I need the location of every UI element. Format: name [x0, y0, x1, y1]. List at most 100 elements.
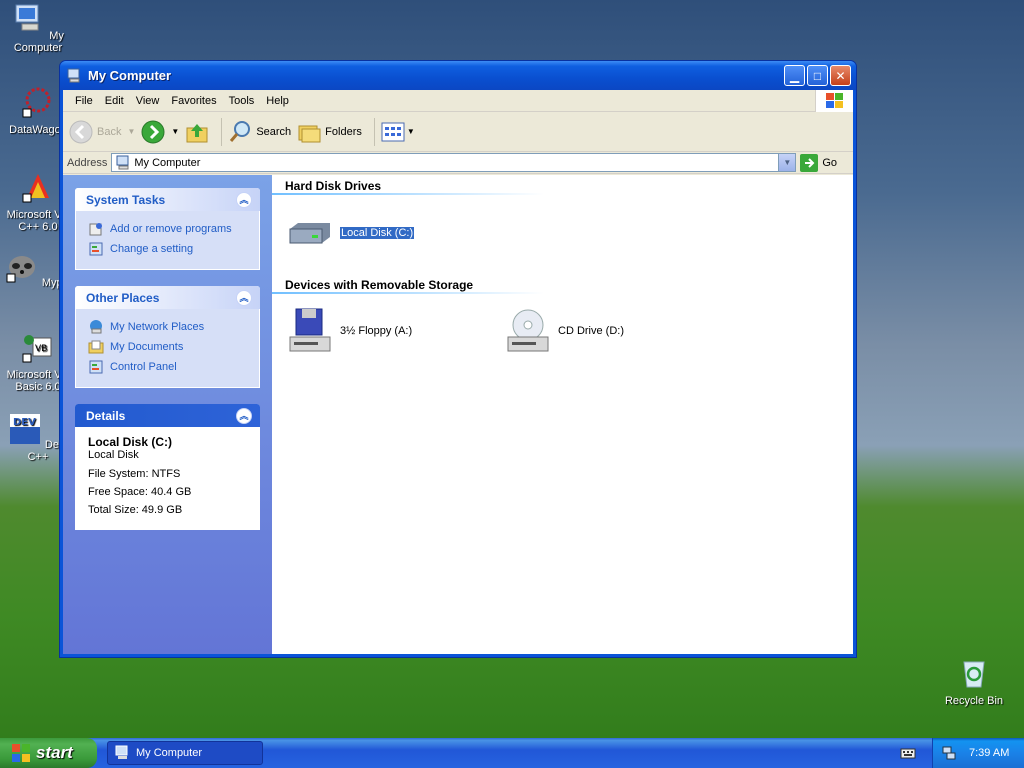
floppy-drive-icon: [289, 308, 331, 352]
other-places-title: Other Places: [86, 290, 160, 305]
system-tasks-panel: System Tasks ︽ Add or remove programs Ch…: [75, 188, 260, 270]
title-bar[interactable]: My Computer ▁ □ ✕: [60, 61, 856, 90]
clock[interactable]: 7:39 AM: [969, 747, 1009, 759]
minimize-button[interactable]: ▁: [784, 65, 805, 86]
taskbar-item-label: My Computer: [136, 747, 203, 759]
collapse-chevron-icon[interactable]: ︽: [236, 191, 252, 208]
visual-cpp-icon: [22, 174, 49, 203]
toolbar-separator: [221, 117, 223, 146]
details-panel: Details ︽ Local Disk (C:) Local Disk Fil…: [75, 404, 260, 530]
forward-dropdown-icon[interactable]: ▼: [171, 127, 179, 136]
details-free-space: Free Space: 40.4 GB: [88, 486, 192, 498]
system-tasks-header[interactable]: System Tasks ︽: [75, 188, 260, 211]
back-arrow-icon: [69, 120, 93, 143]
windows-logo: [815, 90, 853, 112]
address-dropdown-button[interactable]: ▼: [778, 154, 796, 171]
up-button[interactable]: [185, 120, 209, 144]
raccoon-icon: [6, 256, 35, 283]
network-places-icon: [90, 320, 102, 334]
close-button[interactable]: ✕: [830, 65, 851, 86]
menu-edit[interactable]: Edit: [99, 95, 130, 107]
start-button[interactable]: start: [0, 738, 97, 768]
taskbar: start My Computer 7:39 AM: [0, 738, 1024, 768]
computer-icon: [15, 4, 39, 31]
address-bar: Address My Computer ▼ Go: [63, 152, 853, 174]
task-add-remove-programs[interactable]: Add or remove programs: [88, 219, 249, 239]
folder-up-icon: [186, 123, 208, 142]
forward-arrow-icon: [141, 120, 165, 143]
menu-file[interactable]: File: [69, 95, 99, 107]
system-tasks-title: System Tasks: [86, 192, 166, 207]
add-remove-programs-icon: [89, 223, 102, 236]
menu-view[interactable]: View: [130, 95, 166, 107]
minimize-icon: ▁: [789, 68, 800, 83]
details-body: Local Disk (C:) Local Disk File System: …: [75, 427, 260, 530]
search-label: Search: [256, 125, 292, 138]
other-places-header[interactable]: Other Places ︽: [75, 286, 260, 309]
start-label: start: [36, 743, 73, 762]
hard-disk-icon: [289, 223, 330, 244]
explorer-window: My Computer ▁ □ ✕ File Edit View Favorit…: [59, 60, 857, 658]
maximize-icon: □: [813, 68, 822, 83]
place-label: Control Panel: [110, 361, 177, 373]
toolbar: Back ▼ ▼ Search Folders ▼: [63, 112, 853, 152]
place-my-network-places[interactable]: My Network Places: [88, 317, 249, 337]
collapse-chevron-icon[interactable]: ︽: [236, 407, 252, 424]
menu-help[interactable]: Help: [260, 95, 295, 107]
svg-text:VB: VB: [35, 344, 47, 354]
devcpp-icon: DEV: [9, 414, 40, 444]
toolbar-separator: [373, 117, 375, 146]
forward-button[interactable]: ▼: [141, 120, 179, 144]
drive-local-disk-c[interactable]: Local Disk (C:): [286, 209, 416, 257]
control-panel-icon: [89, 360, 103, 374]
keyboard-icon[interactable]: [900, 745, 916, 761]
go-button[interactable]: Go: [800, 153, 837, 172]
collapse-chevron-icon[interactable]: ︽: [236, 289, 252, 306]
other-places-panel: Other Places ︽ My Network Places My Docu…: [75, 286, 260, 388]
computer-icon: [115, 745, 128, 759]
details-header[interactable]: Details ︽: [75, 404, 260, 427]
task-label: Change a setting: [110, 243, 194, 255]
folders-label: Folders: [325, 125, 362, 138]
control-panel-icon: [89, 242, 103, 256]
details-file-system: File System: NTFS: [88, 468, 181, 480]
desktop-icon-recycle-bin[interactable]: Recycle Bin: [937, 656, 1011, 707]
file-list: Hard Disk Drives Local Disk (C:) Devices…: [272, 175, 853, 654]
menu-favorites[interactable]: Favorites: [165, 95, 222, 107]
menu-tools[interactable]: Tools: [223, 95, 261, 107]
drive-floppy-a[interactable]: 3½ Floppy (A:): [286, 307, 412, 355]
address-input[interactable]: My Computer ▼: [111, 153, 797, 172]
taskbar-item-my-computer[interactable]: My Computer: [107, 741, 263, 765]
svg-text:DEV: DEV: [13, 417, 36, 428]
folders-button[interactable]: Folders: [297, 120, 362, 144]
place-my-documents[interactable]: My Documents: [88, 337, 249, 357]
maximize-button[interactable]: □: [807, 65, 828, 86]
address-label: Address: [67, 156, 108, 169]
system-tasks-body: Add or remove programs Change a setting: [75, 211, 260, 270]
task-pane: System Tasks ︽ Add or remove programs Ch…: [63, 175, 272, 654]
window-client: File Edit View Favorites Tools Help Back…: [63, 90, 853, 654]
task-change-setting[interactable]: Change a setting: [88, 239, 249, 259]
windows-flag-icon: [825, 93, 843, 108]
back-button[interactable]: Back ▼: [69, 120, 135, 144]
place-control-panel[interactable]: Control Panel: [88, 357, 249, 377]
details-type: Local Disk: [88, 449, 139, 461]
details-total-size: Total Size: 49.9 GB: [88, 504, 183, 516]
details-name: Local Disk (C:): [88, 435, 173, 449]
drive-cd-d[interactable]: CD Drive (D:): [504, 307, 624, 355]
chevron-down-icon: ▼: [783, 158, 792, 167]
views-button[interactable]: ▼: [381, 121, 415, 143]
drive-label: CD Drive (D:): [558, 325, 624, 337]
network-tray-icon[interactable]: [941, 745, 957, 761]
search-button[interactable]: Search: [228, 120, 291, 144]
place-label: My Network Places: [110, 321, 205, 333]
folders-icon: [298, 125, 321, 142]
group-hard-disk-drives: Hard Disk Drives: [285, 179, 382, 193]
desktop-icon-my-computer[interactable]: My Computer: [1, 3, 75, 54]
views-dropdown-icon[interactable]: ▼: [407, 127, 415, 136]
back-dropdown-icon[interactable]: ▼: [127, 127, 135, 136]
back-label: Back: [97, 125, 122, 138]
window-title: My Computer: [88, 68, 172, 83]
computer-icon: [116, 155, 129, 169]
close-icon: ✕: [835, 68, 846, 83]
